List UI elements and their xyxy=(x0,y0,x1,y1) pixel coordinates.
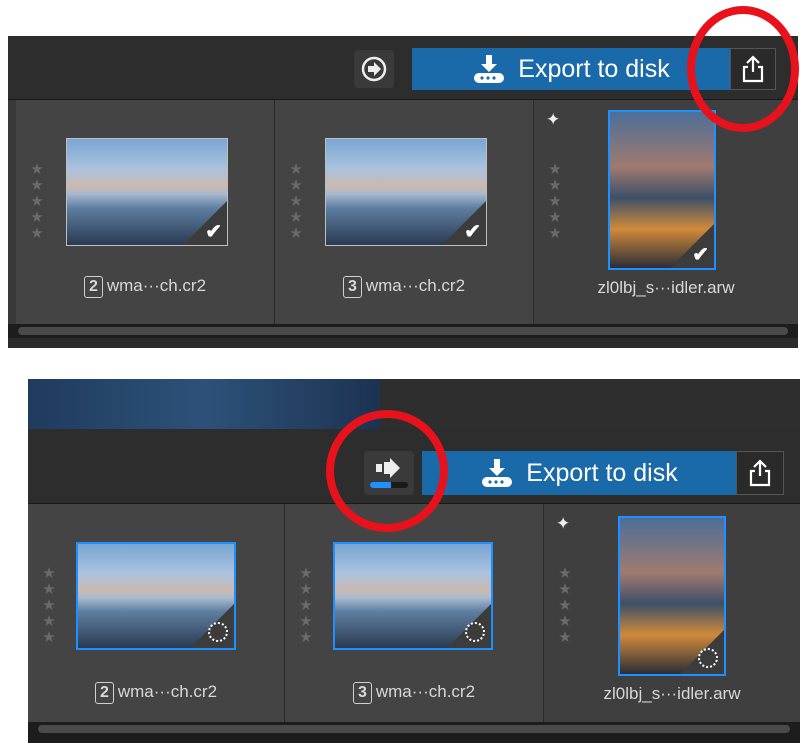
star-rating[interactable]: ★ ★ ★ ★ ★ xyxy=(289,162,303,242)
exporting-spinner-icon xyxy=(208,622,228,642)
export-label: Export to disk xyxy=(518,54,670,83)
top-panel: Export to disk ★ ★ ★ ★ ★ ✔ 2 wma···ch.cr2 ★ ★ ★… xyxy=(8,36,798,348)
export-toolbar: Export to disk xyxy=(8,36,798,100)
filmstrip-item[interactable]: ★ ★ ★ ★ ★ 2 wma···ch.cr2 xyxy=(28,504,285,722)
photo-thumbnail[interactable]: ✔ xyxy=(608,110,716,270)
exported-check-icon: ✔ xyxy=(205,221,222,243)
export-to-disk-button[interactable]: Export to disk xyxy=(412,48,730,90)
sparkle-icon: ✦ xyxy=(546,110,561,129)
photo-thumbnail[interactable]: ✔ xyxy=(325,138,487,246)
filmstrip-item[interactable]: ✦ ★ ★ ★ ★ ★ zl0lbj_s···idler.arw xyxy=(544,504,800,722)
star-rating[interactable]: ★ ★ ★ ★ ★ xyxy=(548,162,562,242)
sparkle-icon: ✦ xyxy=(556,514,571,533)
item-index-badge: 2 xyxy=(94,682,114,704)
export-mode-button[interactable] xyxy=(354,50,394,88)
download-disk-icon xyxy=(482,459,513,487)
file-name: zl0lbj_s···idler.arw xyxy=(603,684,741,703)
horizontal-scrollbar[interactable] xyxy=(28,722,800,743)
file-name: wma···ch.cr2 xyxy=(106,276,207,295)
star-rating[interactable]: ★ ★ ★ ★ ★ xyxy=(30,162,44,242)
download-disk-icon xyxy=(474,55,505,83)
file-name: zl0lbj_s···idler.arw xyxy=(597,278,735,297)
exporting-spinner-icon xyxy=(698,648,718,668)
file-name: wma···ch.cr2 xyxy=(365,276,466,295)
filmstrip-item[interactable]: ★ ★ ★ ★ ★ ✔ 2 wma···ch.cr2 xyxy=(16,100,275,324)
highlight-circle xyxy=(326,410,448,532)
item-index-badge: 3 xyxy=(342,276,362,298)
horizontal-scrollbar[interactable] xyxy=(8,324,798,338)
share-button[interactable] xyxy=(736,451,784,495)
exported-check-icon: ✔ xyxy=(464,221,481,243)
item-index-badge: 3 xyxy=(352,682,372,704)
filmstrip-item[interactable]: ✦ ★ ★ ★ ★ ★ ✔ zl0lbj_s···idler.arw xyxy=(534,100,798,324)
photo-thumbnail[interactable] xyxy=(76,542,236,650)
filmstrip-item[interactable]: ★ ★ ★ ★ ★ ✔ 3 wma···ch.cr2 xyxy=(275,100,534,324)
star-rating[interactable]: ★ ★ ★ ★ ★ xyxy=(299,566,313,646)
photo-thumbnail[interactable]: ✔ xyxy=(66,138,228,246)
export-label: Export to disk xyxy=(526,458,678,487)
export-mode-icon xyxy=(361,56,387,82)
file-name: wma···ch.cr2 xyxy=(375,682,476,701)
star-rating[interactable]: ★ ★ ★ ★ ★ xyxy=(558,566,572,646)
share-icon xyxy=(749,459,771,487)
filmstrip-item[interactable]: ★ ★ ★ ★ ★ 3 wma···ch.cr2 xyxy=(285,504,544,722)
photo-thumbnail[interactable] xyxy=(333,542,493,650)
star-rating[interactable]: ★ ★ ★ ★ ★ xyxy=(42,566,56,646)
filmstrip: ★ ★ ★ ★ ★ ✔ 2 wma···ch.cr2 ★ ★ ★ ★ ★ ✔ 3 wma···ch.… xyxy=(8,100,798,324)
filmstrip: ★ ★ ★ ★ ★ 2 wma···ch.cr2 ★ ★ ★ ★ ★ 3 wma···ch.cr2 … xyxy=(28,504,800,722)
export-to-disk-button[interactable]: Export to disk xyxy=(422,451,736,495)
file-name: wma···ch.cr2 xyxy=(117,682,218,701)
exporting-spinner-icon xyxy=(465,622,485,642)
exported-check-icon: ✔ xyxy=(692,244,709,266)
item-index-badge: 2 xyxy=(83,276,103,298)
highlight-circle xyxy=(687,6,799,132)
photo-thumbnail[interactable] xyxy=(618,516,726,676)
